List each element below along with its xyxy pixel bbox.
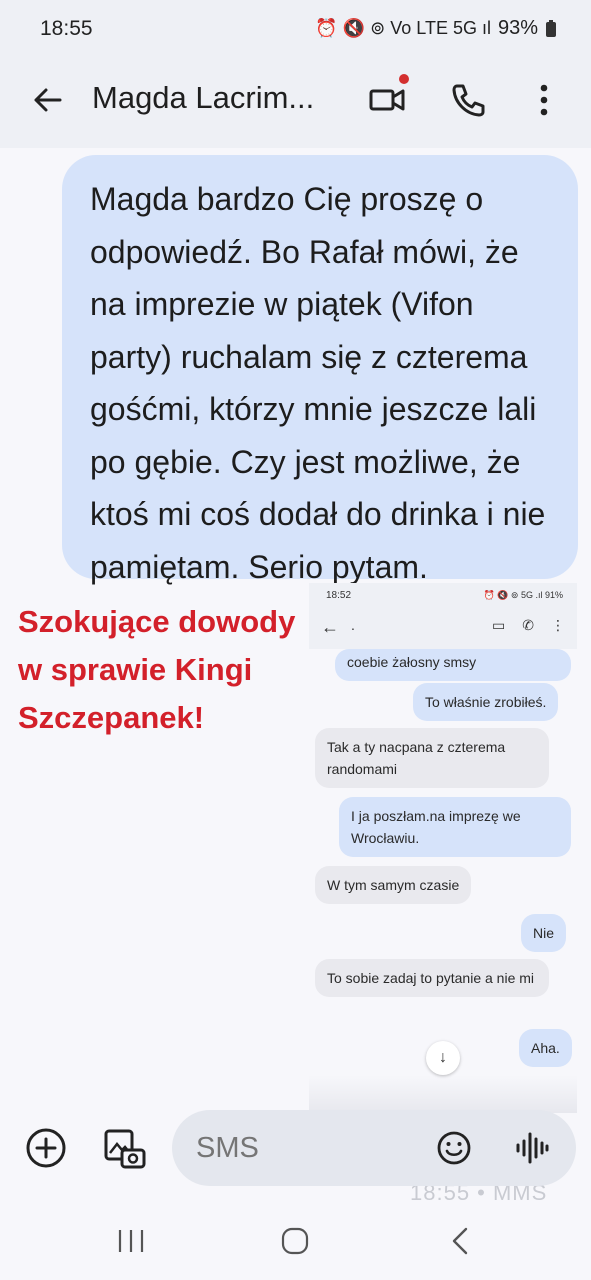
status-time: 18:55 [40,17,93,40]
phone-icon [452,84,485,117]
embedded-message: Tak a ty nacpana z czterema randomami [315,728,549,788]
embedded-message: Nie [521,914,567,952]
status-icons: ⏰ 🔇 ⊚ Vo LTE 5G ıl 93% [315,17,557,40]
more-options-button[interactable] [520,76,568,124]
embedded-message-text: Aha. [531,1040,560,1056]
message-text: Magda bardzo Cię proszę o odpowiedź. Bo … [90,181,546,585]
back-nav-button[interactable] [446,1226,474,1256]
embedded-message: To właśnie zrobiłeś. [413,683,559,721]
embedded-message: To sobie zadaj to pytanie a nie mi [315,959,549,997]
embedded-title: . [351,617,355,633]
embedded-message: I ja poszłam.na imprezę we Wrocławiu. [339,797,571,857]
recent-apps-icon [118,1230,144,1252]
add-attachment-button[interactable] [24,1126,68,1170]
battery-icon [546,19,556,37]
phone-call-button[interactable] [444,76,492,124]
message-composer [172,1110,576,1186]
notification-dot [399,74,409,84]
arrow-down-icon: ↓ [439,1049,447,1066]
system-nav-bar [0,1200,591,1280]
emoji-button[interactable] [436,1130,472,1166]
contact-name[interactable]: Magda Lacrim... [92,80,332,116]
overlay-caption: Szokujące dowody w sprawie Kingi Szczepa… [18,604,296,735]
recent-apps-button[interactable] [116,1228,146,1254]
outgoing-message-bubble[interactable]: Magda bardzo Cię proszę o odpowiedź. Bo … [62,155,578,585]
embedded-message-text: Tak a ty nacpana z czterema randomami [327,739,506,777]
gallery-button[interactable] [102,1126,148,1172]
embedded-phone-icon: ✆ [522,617,534,633]
voice-wave-icon [516,1132,549,1164]
battery-level: 93% [497,17,538,39]
add-circle-icon [26,1128,66,1168]
embedded-bottom-fade [309,1075,577,1113]
embedded-scroll-down-button: ↓ [426,1041,460,1075]
embedded-message: coebie żałosny smsy [335,649,571,681]
embedded-more-icon: ⋮ [551,617,565,633]
emoji-icon [437,1131,471,1165]
sms-input[interactable] [196,1132,416,1165]
status-bar: 18:55 ⏰ 🔇 ⊚ Vo LTE 5G ıl 93% [0,0,591,60]
embedded-message-text: To właśnie zrobiłeś. [425,694,547,710]
embedded-screenshot: 18:52 ⏰ 🔇 ⊚ 5G .ıl 91% ← . ▭ ✆ ⋮ coebie … [309,583,577,1113]
back-icon [452,1227,468,1255]
status-indicator-icons: ⏰ 🔇 ⊚ Vo LTE 5G ıl [315,18,491,38]
embedded-message: Aha. [519,1029,572,1067]
back-button[interactable] [26,78,70,122]
embedded-time: 18:52 [326,590,352,601]
embedded-back-icon: ← [321,617,339,637]
more-vert-icon [540,84,548,116]
conversation-header: Magda Lacrim... [0,60,591,148]
embedded-message-text: I ja poszłam.na imprezę we Wrocławiu. [351,808,521,846]
gallery-camera-icon [104,1129,146,1169]
embedded-video-icon: ▭ [492,617,506,633]
embedded-message-text: To sobie zadaj to pytanie a nie mi [327,970,535,986]
embedded-actions: ▭ ✆ ⋮ [492,617,565,634]
embedded-status: ⏰ 🔇 ⊚ 5G .ıl 91% [483,590,563,600]
home-icon [281,1227,309,1255]
embedded-message-text: coebie żałosny smsy [347,654,477,670]
embedded-message: W tym samym czasie [315,866,472,904]
embedded-message-text: Nie [533,925,555,941]
embedded-message-text: W tym samym czasie [327,877,460,893]
embedded-header: 18:52 ⏰ 🔇 ⊚ 5G .ıl 91% ← . ▭ ✆ ⋮ [309,583,577,649]
voice-message-button[interactable] [512,1128,552,1168]
arrow-back-icon [34,88,62,112]
home-button[interactable] [281,1227,309,1255]
